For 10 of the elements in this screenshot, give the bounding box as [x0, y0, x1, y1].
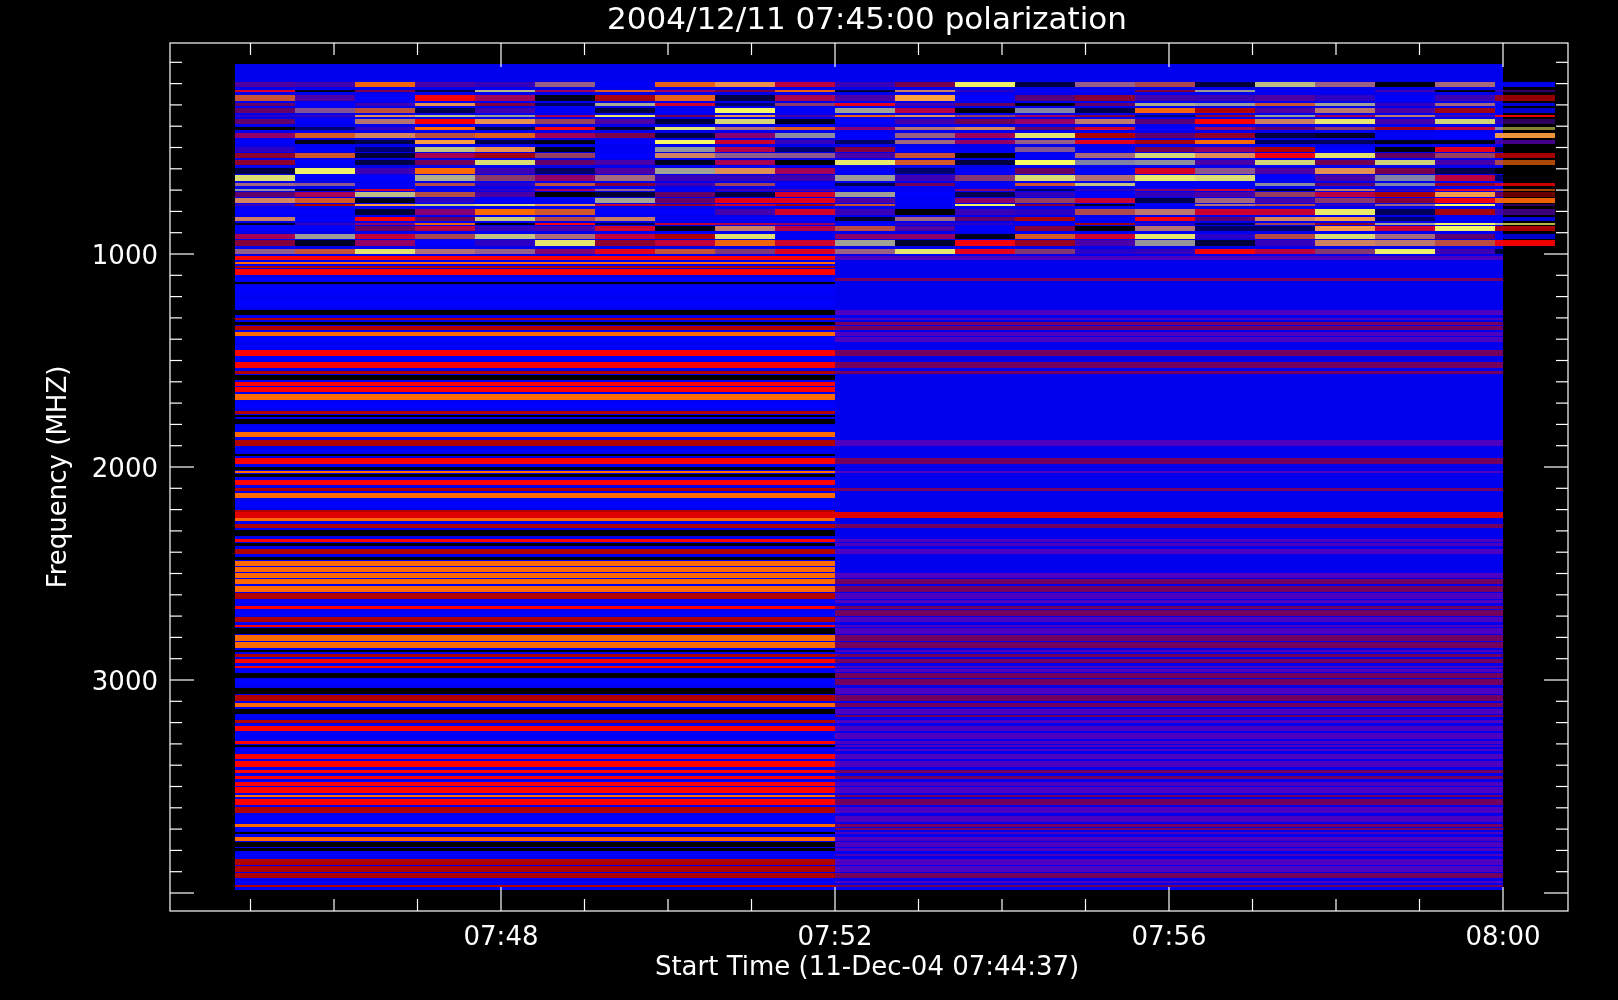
- y-tick-label: 1000: [91, 240, 158, 270]
- x-tick-label: 07:56: [1131, 921, 1207, 951]
- x-tick-label: 07:52: [797, 921, 873, 951]
- x-axis-label: Start Time (11-Dec-04 07:44:37): [654, 951, 1080, 981]
- x-tick-label: 07:48: [463, 921, 539, 951]
- chart-title: 2004/12/11 07:45:00 polarization: [607, 0, 1127, 36]
- y-tick-label: 2000: [91, 453, 158, 483]
- y-axis-label: Frequency (MHZ): [42, 365, 72, 589]
- x-tick-label: 08:00: [1465, 921, 1541, 951]
- y-tick-label: 3000: [91, 666, 158, 696]
